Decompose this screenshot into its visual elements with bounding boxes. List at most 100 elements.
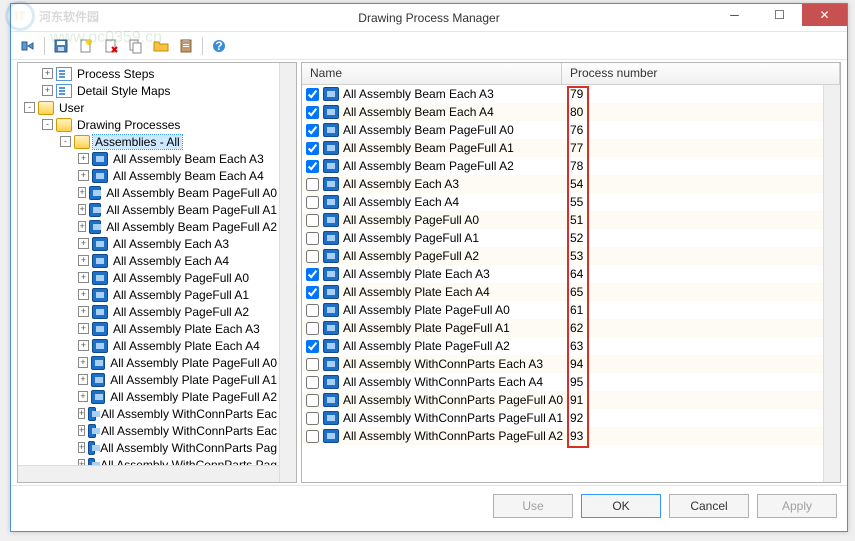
list-row[interactable]: All Assembly WithConnParts Each A495 — [302, 373, 823, 391]
expander-icon[interactable]: + — [78, 221, 86, 232]
expander-icon[interactable]: + — [78, 289, 89, 300]
expander-icon[interactable]: + — [78, 187, 86, 198]
list-row[interactable]: All Assembly Plate Each A364 — [302, 265, 823, 283]
list-row[interactable]: All Assembly WithConnParts PageFull A192 — [302, 409, 823, 427]
row-checkbox[interactable] — [306, 232, 319, 245]
tree-node[interactable]: -User — [18, 99, 279, 116]
save-icon[interactable] — [50, 35, 72, 57]
expander-icon[interactable]: + — [78, 391, 88, 402]
list-row[interactable]: All Assembly WithConnParts PageFull A293 — [302, 427, 823, 445]
list-row[interactable]: All Assembly PageFull A051 — [302, 211, 823, 229]
tree-node[interactable]: +Process Steps — [18, 65, 279, 82]
tree-node[interactable]: -Assemblies - All — [18, 133, 279, 150]
expander-icon[interactable]: + — [78, 306, 89, 317]
list-row[interactable]: All Assembly Plate PageFull A061 — [302, 301, 823, 319]
expander-icon[interactable]: + — [78, 238, 89, 249]
list-row[interactable]: All Assembly Each A354 — [302, 175, 823, 193]
tree-node[interactable]: +All Assembly WithConnParts Eac — [18, 422, 279, 439]
list-row[interactable]: All Assembly WithConnParts Each A394 — [302, 355, 823, 373]
tree-node[interactable]: +All Assembly Plate PageFull A0 — [18, 354, 279, 371]
tree-node[interactable]: +All Assembly Each A3 — [18, 235, 279, 252]
list-row[interactable]: All Assembly Plate PageFull A162 — [302, 319, 823, 337]
expander-icon[interactable]: - — [60, 136, 71, 147]
expander-icon[interactable]: + — [78, 323, 89, 334]
row-checkbox[interactable] — [306, 340, 319, 353]
list-row[interactable]: All Assembly Plate Each A465 — [302, 283, 823, 301]
help-icon[interactable]: ? — [208, 35, 230, 57]
expander-icon[interactable]: + — [78, 340, 89, 351]
list-row[interactable]: All Assembly Plate PageFull A263 — [302, 337, 823, 355]
tree-node[interactable]: +All Assembly PageFull A0 — [18, 269, 279, 286]
list-row[interactable]: All Assembly Each A455 — [302, 193, 823, 211]
tree-node[interactable]: +All Assembly Plate PageFull A2 — [18, 388, 279, 405]
row-checkbox[interactable] — [306, 304, 319, 317]
row-checkbox[interactable] — [306, 214, 319, 227]
row-checkbox[interactable] — [306, 142, 319, 155]
expander-icon[interactable]: + — [42, 85, 53, 96]
paste-icon[interactable] — [175, 35, 197, 57]
list-row[interactable]: All Assembly Beam PageFull A177 — [302, 139, 823, 157]
list-body[interactable]: All Assembly Beam Each A379All Assembly … — [302, 85, 823, 482]
tree-node[interactable]: +All Assembly PageFull A2 — [18, 303, 279, 320]
row-checkbox[interactable] — [306, 394, 319, 407]
scrollbar-vertical[interactable] — [823, 85, 840, 482]
expander-icon[interactable]: - — [42, 119, 53, 130]
expander-icon[interactable]: + — [78, 442, 85, 453]
apply-button[interactable]: Apply — [757, 494, 837, 518]
expander-icon[interactable]: + — [78, 374, 88, 385]
tree-node[interactable]: +All Assembly Beam PageFull A2 — [18, 218, 279, 235]
toggle-icon[interactable] — [17, 35, 39, 57]
list-row[interactable]: All Assembly PageFull A253 — [302, 247, 823, 265]
tree-node[interactable]: -Drawing Processes — [18, 116, 279, 133]
tree-node[interactable]: +All Assembly Each A4 — [18, 252, 279, 269]
expander-icon[interactable]: + — [78, 204, 86, 215]
tree-node[interactable]: +All Assembly WithConnParts Eac — [18, 405, 279, 422]
copy-icon[interactable] — [125, 35, 147, 57]
tree-node[interactable]: +All Assembly WithConnParts Pag — [18, 456, 279, 465]
list-row[interactable]: All Assembly Beam Each A379 — [302, 85, 823, 103]
tree-node[interactable]: +Detail Style Maps — [18, 82, 279, 99]
row-checkbox[interactable] — [306, 250, 319, 263]
maximize-button[interactable]: ☐ — [757, 4, 802, 26]
column-header-number[interactable]: Process number — [562, 63, 840, 84]
use-button[interactable]: Use — [493, 494, 573, 518]
tree-node[interactable]: +All Assembly Plate Each A3 — [18, 320, 279, 337]
tree-node[interactable]: +All Assembly Plate PageFull A1 — [18, 371, 279, 388]
tree-node[interactable]: +All Assembly Beam Each A3 — [18, 150, 279, 167]
row-checkbox[interactable] — [306, 178, 319, 191]
row-checkbox[interactable] — [306, 376, 319, 389]
expander-icon[interactable]: + — [78, 357, 88, 368]
list-row[interactable]: All Assembly Beam Each A480 — [302, 103, 823, 121]
row-checkbox[interactable] — [306, 268, 319, 281]
tree-node[interactable]: +All Assembly PageFull A1 — [18, 286, 279, 303]
ok-button[interactable]: OK — [581, 494, 661, 518]
row-checkbox[interactable] — [306, 160, 319, 173]
expander-icon[interactable]: + — [78, 425, 85, 436]
column-header-name[interactable]: Name — [302, 63, 562, 84]
expander-icon[interactable]: - — [24, 102, 35, 113]
row-checkbox[interactable] — [306, 124, 319, 137]
expander-icon[interactable]: + — [78, 153, 89, 164]
tree-node[interactable]: +All Assembly Beam PageFull A1 — [18, 201, 279, 218]
cancel-button[interactable]: Cancel — [669, 494, 749, 518]
row-checkbox[interactable] — [306, 88, 319, 101]
list-row[interactable]: All Assembly Beam PageFull A278 — [302, 157, 823, 175]
expander-icon[interactable]: + — [42, 68, 53, 79]
tree-node[interactable]: +All Assembly Beam PageFull A0 — [18, 184, 279, 201]
expander-icon[interactable]: + — [78, 170, 89, 181]
row-checkbox[interactable] — [306, 358, 319, 371]
tree-node[interactable]: +All Assembly WithConnParts Pag — [18, 439, 279, 456]
folder-icon[interactable] — [150, 35, 172, 57]
row-checkbox[interactable] — [306, 106, 319, 119]
row-checkbox[interactable] — [306, 430, 319, 443]
expander-icon[interactable]: + — [78, 408, 85, 419]
tree-node[interactable]: +All Assembly Plate Each A4 — [18, 337, 279, 354]
tree-node[interactable]: +All Assembly Beam Each A4 — [18, 167, 279, 184]
close-button[interactable]: ✕ — [802, 4, 847, 26]
minimize-button[interactable]: ─ — [712, 4, 757, 26]
row-checkbox[interactable] — [306, 286, 319, 299]
expander-icon[interactable]: + — [78, 272, 89, 283]
row-checkbox[interactable] — [306, 322, 319, 335]
new-icon[interactable] — [75, 35, 97, 57]
row-checkbox[interactable] — [306, 196, 319, 209]
